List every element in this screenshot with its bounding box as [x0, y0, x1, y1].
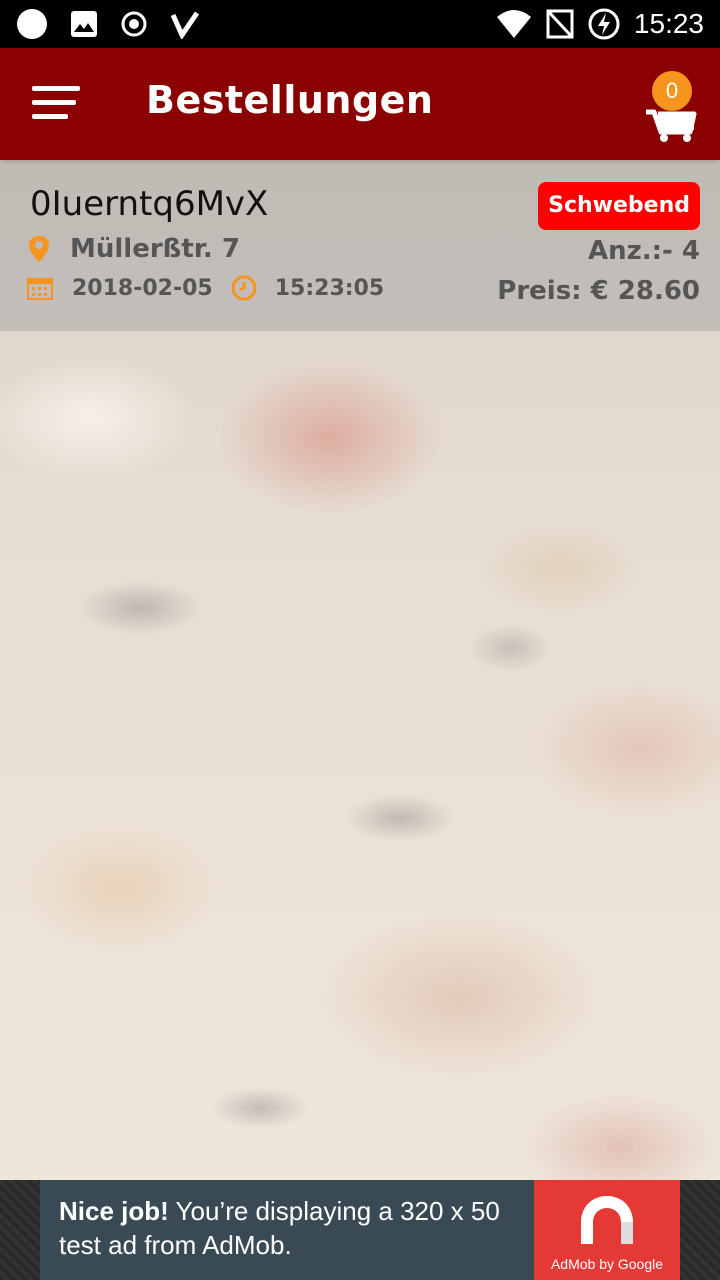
order-quantity: Anz.:- 4 [588, 236, 700, 266]
clock-icon [231, 275, 257, 301]
menu-icon-line [32, 100, 76, 105]
status-bar-notifications [16, 8, 200, 40]
clock: 15:23 [633, 8, 704, 39]
order-id: 0Iuerntq6MvX [30, 184, 269, 224]
status-badge: Schwebend [538, 182, 700, 230]
order-time: 15:23:05 [274, 275, 385, 301]
admob-logo: AdMob by Google [534, 1180, 680, 1280]
order-date: 2018-02-05 [72, 275, 213, 301]
order-address-row: Müllerßtr. 7 [28, 234, 240, 264]
image-icon [71, 11, 97, 37]
ad-logo-caption: AdMob by Google [550, 1256, 664, 1272]
admob-icon [581, 1196, 633, 1244]
no-signal-icon [546, 9, 574, 39]
order-address: Müllerßtr. 7 [70, 234, 240, 264]
calendar-icon [27, 278, 53, 300]
record-icon [121, 11, 147, 37]
ad-text-bold: Nice job! [59, 1196, 169, 1226]
menu-icon-line [32, 114, 68, 119]
cart-button[interactable]: 0 [644, 68, 700, 144]
status-bar-system: 15:23 [496, 8, 704, 40]
ad-text: Nice job! You’re displaying a 320 x 50 t… [59, 1194, 529, 1262]
status-bar: 15:23 [0, 0, 720, 48]
order-price: Preis: € 28.60 [497, 276, 700, 306]
check-icon [170, 11, 200, 39]
circle-icon [17, 9, 47, 39]
app-bar: Bestellungen 0 [0, 48, 720, 160]
order-datetime-row: 2018-02-05 15:23:05 [26, 275, 384, 301]
cart-count-badge: 0 [652, 71, 692, 111]
menu-icon [32, 86, 80, 91]
ad-banner[interactable]: Nice job! You’re displaying a 320 x 50 t… [40, 1180, 680, 1280]
ad-bar: Nice job! You’re displaying a 320 x 50 t… [0, 1180, 720, 1280]
menu-button[interactable] [32, 86, 80, 122]
page-title: Bestellungen [146, 78, 434, 122]
location-pin-icon [29, 236, 49, 262]
wifi-icon [496, 10, 531, 38]
battery-charging-icon [588, 8, 620, 40]
order-item[interactable]: 0Iuerntq6MvX Schwebend Müllerßtr. 7 2018… [0, 162, 720, 331]
